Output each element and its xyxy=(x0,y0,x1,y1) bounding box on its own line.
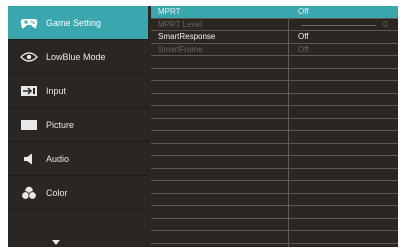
empty-row xyxy=(151,194,398,206)
setting-value: Off xyxy=(298,7,309,16)
gamepad-icon xyxy=(20,16,38,30)
chevron-down-icon[interactable] xyxy=(52,232,60,245)
setting-row-mprt[interactable]: MPRT Off xyxy=(151,6,398,19)
setting-name: SmartResponse xyxy=(158,32,216,41)
mprt-level-slider[interactable] xyxy=(301,24,376,26)
slider-value: 0 xyxy=(383,19,388,29)
setting-name: SmartFrame xyxy=(158,44,203,54)
setting-value: Off xyxy=(298,44,309,54)
setting-row-mprt-level[interactable]: MPRT Level 0 xyxy=(151,19,398,31)
empty-row xyxy=(151,206,398,219)
empty-row xyxy=(151,119,398,131)
setting-name: MPRT xyxy=(158,7,181,16)
empty-row xyxy=(151,144,398,156)
empty-row xyxy=(151,156,398,169)
settings-panel: MPRT Off MPRT Level 0 SmartResponse Off SmartF… xyxy=(151,6,398,247)
menu-item-game-setting[interactable]: Game Setting xyxy=(8,6,148,40)
menu-item-label: Input xyxy=(46,85,67,96)
setting-name: MPRT Level xyxy=(158,19,202,29)
input-icon xyxy=(20,84,38,98)
eye-icon xyxy=(20,50,38,64)
main-menu: Game Setting LowBlue Mode Input Picture … xyxy=(8,6,148,247)
empty-row xyxy=(151,219,398,231)
menu-item-lowblue-mode[interactable]: LowBlue Mode xyxy=(8,40,148,74)
setting-row-smartframe[interactable]: SmartFrame Off xyxy=(151,44,398,56)
empty-row xyxy=(151,81,398,94)
empty-row xyxy=(151,94,398,106)
menu-item-label: Picture xyxy=(46,119,75,130)
menu-item-label: Color xyxy=(46,187,68,198)
empty-row xyxy=(151,69,398,81)
empty-row xyxy=(151,106,398,119)
menu-item-label: Game Setting xyxy=(46,17,102,28)
empty-row xyxy=(151,231,398,244)
empty-row xyxy=(151,169,398,181)
empty-row xyxy=(151,181,398,194)
empty-row xyxy=(151,56,398,69)
picture-icon xyxy=(20,118,38,132)
menu-item-color[interactable]: Color xyxy=(8,176,148,210)
menu-item-label: LowBlue Mode xyxy=(46,51,106,62)
palette-icon xyxy=(20,186,38,200)
menu-item-picture[interactable]: Picture xyxy=(8,108,148,142)
setting-row-smartresponse[interactable]: SmartResponse Off xyxy=(151,31,398,44)
speaker-icon xyxy=(20,152,38,166)
menu-item-input[interactable]: Input xyxy=(8,74,148,108)
menu-item-audio[interactable]: Audio xyxy=(8,142,148,176)
osd-window: Game Setting LowBlue Mode Input Picture … xyxy=(8,6,398,247)
setting-value: Off xyxy=(298,32,309,41)
empty-row xyxy=(151,131,398,144)
menu-item-label: Audio xyxy=(46,153,70,164)
